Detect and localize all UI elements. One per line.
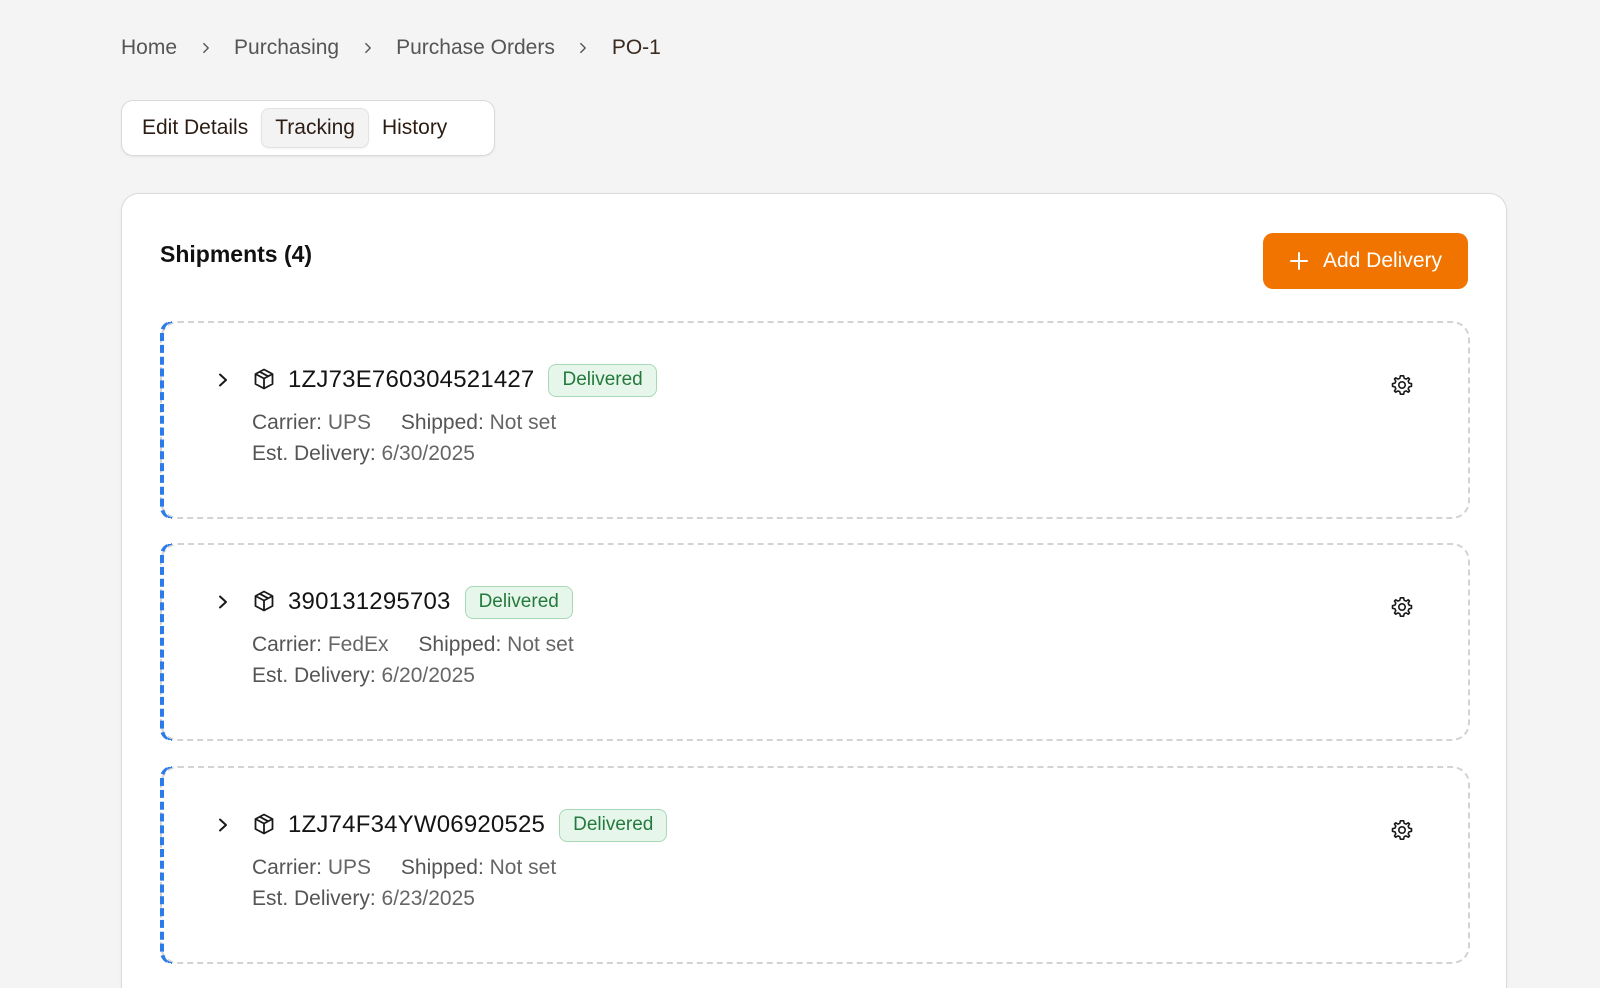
chevron-right-icon [555, 34, 612, 62]
est-delivery-label: Est. Delivery: [252, 887, 376, 910]
gear-icon[interactable] [1390, 818, 1414, 842]
est-delivery-label: Est. Delivery: [252, 442, 376, 465]
shipment-meta-carrier-shipped: Carrier: UPS Shipped: Not set [252, 856, 556, 880]
tab-history[interactable]: History [369, 108, 460, 148]
shipped-label: Shipped: [418, 633, 502, 656]
tab-edit-details[interactable]: Edit Details [129, 108, 261, 148]
est-delivery-value: 6/20/2025 [381, 664, 475, 687]
tracking-line: 1ZJ73E760304521427 Delivered [288, 363, 657, 397]
tracking-number[interactable]: 1ZJ73E760304521427 [288, 366, 534, 394]
status-badge: Delivered [548, 363, 657, 397]
breadcrumb: Home Purchasing Purchase Orders PO-1 [121, 34, 661, 62]
carrier-label: Carrier: [252, 856, 323, 879]
tracking-number[interactable]: 390131295703 [288, 588, 451, 616]
breadcrumb-current: PO-1 [611, 36, 661, 59]
shipment-meta-carrier-shipped: Carrier: FedEx Shipped: Not set [252, 633, 574, 657]
shipped-value: Not set [507, 633, 574, 656]
status-badge: Delivered [464, 585, 573, 619]
carrier-value: UPS [327, 411, 372, 434]
add-delivery-button[interactable]: Add Delivery [1263, 233, 1468, 289]
breadcrumb-home[interactable]: Home [121, 36, 177, 60]
shipment-accent-border [160, 321, 172, 519]
add-delivery-label: Add Delivery [1322, 249, 1443, 272]
breadcrumb-purchasing[interactable]: Purchasing [234, 36, 339, 60]
shipped-label: Shipped: [400, 411, 484, 434]
est-delivery-label: Est. Delivery: [252, 664, 376, 687]
shipment-meta-est-delivery: Est. Delivery: 6/30/2025 [252, 442, 475, 466]
shipped-value: Not set [489, 856, 557, 879]
carrier-label: Carrier: [252, 633, 323, 656]
page: Home Purchasing Purchase Orders PO-1 Edi… [0, 0, 1600, 988]
tracking-number[interactable]: 1ZJ74F34YW06920525 [288, 811, 545, 839]
plus-icon [1289, 252, 1308, 270]
tab-bar: Edit Details Tracking History [121, 100, 495, 156]
shipment-meta-est-delivery: Est. Delivery: 6/23/2025 [252, 887, 475, 911]
breadcrumb-purchase-orders[interactable]: Purchase Orders [396, 36, 555, 60]
shipments-card: Shipments (4) Add Delivery 1ZJ73E7603045… [121, 193, 1507, 988]
est-delivery-value: 6/23/2025 [381, 887, 475, 910]
shipped-value: Not set [489, 411, 557, 434]
carrier-label: Carrier: [252, 411, 323, 434]
package-icon [252, 812, 276, 836]
shipped-label: Shipped: [400, 856, 484, 879]
est-delivery-value: 6/30/2025 [381, 442, 475, 465]
carrier-value: UPS [327, 856, 372, 879]
shipment-accent-border [160, 543, 172, 741]
status-badge: Delivered [559, 808, 668, 842]
tracking-line: 1ZJ74F34YW06920525 Delivered [288, 808, 668, 842]
package-icon [252, 367, 276, 391]
package-icon [252, 589, 276, 613]
chevron-right-icon[interactable] [214, 816, 232, 834]
chevron-right-icon [177, 34, 234, 62]
shipments-title: Shipments (4) [160, 241, 313, 267]
shipment-item: 1ZJ73E760304521427 Delivered Carrier: UP… [160, 321, 1470, 519]
gear-icon[interactable] [1390, 373, 1414, 397]
chevron-right-icon [339, 34, 396, 62]
shipment-item: 390131295703 Delivered Carrier: FedEx Sh… [160, 543, 1470, 741]
shipment-meta-carrier-shipped: Carrier: UPS Shipped: Not set [252, 411, 556, 435]
gear-icon[interactable] [1390, 595, 1414, 619]
chevron-right-icon[interactable] [214, 593, 232, 611]
chevron-right-icon[interactable] [214, 371, 232, 389]
carrier-value: FedEx [327, 633, 389, 656]
shipment-meta-est-delivery: Est. Delivery: 6/20/2025 [252, 664, 475, 688]
shipment-accent-border [160, 766, 172, 964]
shipment-item: 1ZJ74F34YW06920525 Delivered Carrier: UP… [160, 766, 1470, 964]
tab-tracking[interactable]: Tracking [261, 108, 369, 148]
tracking-line: 390131295703 Delivered [288, 585, 573, 619]
